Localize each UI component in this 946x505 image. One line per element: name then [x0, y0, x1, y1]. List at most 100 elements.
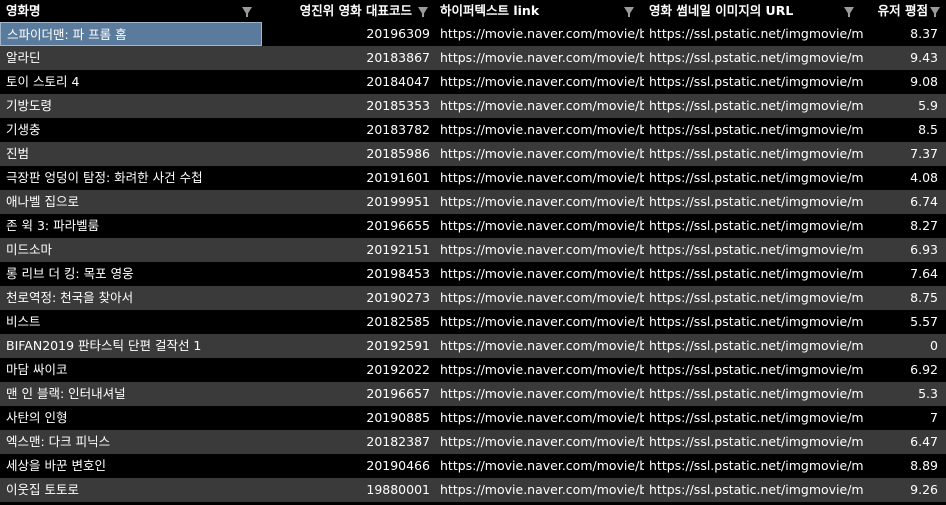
- table-row[interactable]: 미드소마 20192151 https://movie.naver.com/movi…: [0, 238, 946, 262]
- table-row[interactable]: 세상을 바꾼 변호인 20190466 https://movie.naver.co…: [0, 454, 946, 478]
- cell-rating[interactable]: 5.9: [864, 94, 946, 118]
- cell-rating[interactable]: 8.89: [864, 454, 946, 478]
- cell-rating[interactable]: 8.75: [864, 286, 946, 310]
- cell-image-url[interactable]: https://ssl.pstatic.net/imgmovie/mdi/: [644, 406, 864, 430]
- filter-icon[interactable]: [930, 7, 940, 17]
- table-row[interactable]: BIFAN2019 판타스틱 단편 걸작선 1 20192591 https://m…: [0, 334, 946, 358]
- cell-rating[interactable]: 6.74: [864, 190, 946, 214]
- table-row[interactable]: 마담 싸이코 20192022 https://movie.naver.com/mo…: [0, 358, 946, 382]
- cell-code[interactable]: 20198453: [262, 262, 434, 286]
- table-row[interactable]: 천로역정: 천국을 찾아서 20190273 https://movie.naver…: [0, 286, 946, 310]
- cell-rating[interactable]: 9.26: [864, 478, 946, 502]
- cell-link[interactable]: https://movie.naver.com/movie/bi/m: [434, 166, 644, 190]
- cell-title[interactable]: 롱 리브 더 킹: 목포 영웅: [0, 262, 262, 286]
- cell-link[interactable]: https://movie.naver.com/movie/bi/m: [434, 94, 644, 118]
- cell-title[interactable]: 사탄의 인형: [0, 406, 262, 430]
- cell-code[interactable]: 20196657: [262, 382, 434, 406]
- cell-title[interactable]: 토이 스토리 4: [0, 70, 262, 94]
- cell-title[interactable]: 맨 인 블랙: 인터내셔널: [0, 382, 262, 406]
- cell-image-url[interactable]: https://ssl.pstatic.net/imgmovie/mdi/: [644, 214, 864, 238]
- cell-code[interactable]: 20182387: [262, 430, 434, 454]
- cell-title[interactable]: 기방도령: [0, 94, 262, 118]
- cell-image-url[interactable]: https://ssl.pstatic.net/imgmovie/mdi/: [644, 190, 864, 214]
- cell-image-url[interactable]: https://ssl.pstatic.net/imgmovie/mdi/: [644, 334, 864, 358]
- table-row[interactable]: 스파이더맨: 파 프롬 홈 20196309 https://movie.naver…: [0, 22, 946, 46]
- cell-rating[interactable]: 6.92: [864, 358, 946, 382]
- cell-title[interactable]: 애나벨 집으로: [0, 190, 262, 214]
- cell-image-url[interactable]: https://ssl.pstatic.net/imgmovie/mdi/: [644, 94, 864, 118]
- cell-code[interactable]: 20199951: [262, 190, 434, 214]
- cell-title[interactable]: 기생충: [0, 118, 262, 142]
- cell-code[interactable]: 20196655: [262, 214, 434, 238]
- cell-code[interactable]: 20192151: [262, 238, 434, 262]
- cell-code[interactable]: 20192022: [262, 358, 434, 382]
- table-row[interactable]: 진범 20185986 https://movie.naver.com/movie/…: [0, 142, 946, 166]
- filter-icon[interactable]: [624, 7, 634, 17]
- cell-code[interactable]: 20185353: [262, 94, 434, 118]
- cell-rating[interactable]: 5.3: [864, 382, 946, 406]
- cell-image-url[interactable]: https://ssl.pstatic.net/imgmovie/mdi/: [644, 166, 864, 190]
- table-row[interactable]: 기생충 20183782 https://movie.naver.com/movie…: [0, 118, 946, 142]
- cell-code[interactable]: 20196309: [262, 22, 434, 46]
- cell-link[interactable]: https://movie.naver.com/movie/bi/m: [434, 382, 644, 406]
- column-header-title[interactable]: 영화명: [0, 0, 262, 22]
- cell-code[interactable]: 20182585: [262, 310, 434, 334]
- cell-rating[interactable]: 8.27: [864, 214, 946, 238]
- table-row[interactable]: 맨 인 블랙: 인터내셔널 20196657 https://movie.naver…: [0, 382, 946, 406]
- cell-image-url[interactable]: https://ssl.pstatic.net/imgmovie/mdi/: [644, 142, 864, 166]
- filter-icon[interactable]: [242, 7, 252, 17]
- cell-code[interactable]: 20183782: [262, 118, 434, 142]
- column-header-link[interactable]: 하이퍼텍스트 link: [434, 0, 644, 22]
- cell-title[interactable]: 마담 싸이코: [0, 358, 262, 382]
- cell-image-url[interactable]: https://ssl.pstatic.net/imgmovie/mdi/: [644, 46, 864, 70]
- cell-title[interactable]: 미드소마: [0, 238, 262, 262]
- table-row[interactable]: 극장판 엉덩이 탐정: 화려한 사건 수첩 20191601 https://mov…: [0, 166, 946, 190]
- cell-image-url[interactable]: https://ssl.pstatic.net/imgmovie/mdi/: [644, 262, 864, 286]
- cell-code[interactable]: 20191601: [262, 166, 434, 190]
- table-row[interactable]: 이웃집 토토로 19880001 https://movie.naver.com/m…: [0, 478, 946, 502]
- cell-rating[interactable]: 8.37: [864, 22, 946, 46]
- cell-link[interactable]: https://movie.naver.com/movie/bi/m: [434, 190, 644, 214]
- cell-link[interactable]: https://movie.naver.com/movie/bi/m: [434, 358, 644, 382]
- table-row[interactable]: 기방도령 20185353 https://movie.naver.com/movi…: [0, 94, 946, 118]
- cell-rating[interactable]: 7: [864, 406, 946, 430]
- cell-rating[interactable]: 4.08: [864, 166, 946, 190]
- cell-title[interactable]: 엑스맨: 다크 피닉스: [0, 430, 262, 454]
- table-row[interactable]: 애나벨 집으로 20199951 https://movie.naver.com/m…: [0, 190, 946, 214]
- cell-code[interactable]: 20190273: [262, 286, 434, 310]
- filter-icon[interactable]: [844, 7, 854, 17]
- cell-image-url[interactable]: https://ssl.pstatic.net/imgmovie/mdi/: [644, 70, 864, 94]
- cell-title[interactable]: 극장판 엉덩이 탐정: 화려한 사건 수첩: [0, 166, 262, 190]
- cell-image-url[interactable]: https://ssl.pstatic.net/imgmovie/mdi/: [644, 118, 864, 142]
- cell-title[interactable]: 스파이더맨: 파 프롬 홈: [0, 22, 262, 46]
- cell-rating[interactable]: 6.93: [864, 238, 946, 262]
- cell-code[interactable]: 20183867: [262, 46, 434, 70]
- cell-image-url[interactable]: https://ssl.pstatic.net/imgmovie/mdi/: [644, 310, 864, 334]
- cell-title[interactable]: 진범: [0, 142, 262, 166]
- cell-rating[interactable]: 7.37: [864, 142, 946, 166]
- cell-title[interactable]: BIFAN2019 판타스틱 단편 걸작선 1: [0, 334, 262, 358]
- filter-icon[interactable]: [418, 7, 428, 17]
- table-row[interactable]: 사탄의 인형 20190885 https://movie.naver.com/mo…: [0, 406, 946, 430]
- cell-link[interactable]: https://movie.naver.com/movie/bi/m: [434, 238, 644, 262]
- cell-rating[interactable]: 6.47: [864, 430, 946, 454]
- cell-image-url[interactable]: https://ssl.pstatic.net/imgmovie/mdi/: [644, 478, 864, 502]
- cell-rating[interactable]: 0: [864, 334, 946, 358]
- table-row[interactable]: 알라딘 20183867 https://movie.naver.com/movie…: [0, 46, 946, 70]
- cell-image-url[interactable]: https://ssl.pstatic.net/imgmovie/mdi/: [644, 430, 864, 454]
- cell-link[interactable]: https://movie.naver.com/movie/bi/m: [434, 454, 644, 478]
- cell-link[interactable]: https://movie.naver.com/movie/bi/m: [434, 22, 644, 46]
- table-row[interactable]: 존 윅 3: 파라벨룸 20196655 https://movie.naver.c…: [0, 214, 946, 238]
- cell-link[interactable]: https://movie.naver.com/movie/bi/m: [434, 262, 644, 286]
- cell-rating[interactable]: 9.43: [864, 46, 946, 70]
- cell-title[interactable]: 알라딘: [0, 46, 262, 70]
- cell-image-url[interactable]: https://ssl.pstatic.net/imgmovie/mdi/: [644, 382, 864, 406]
- cell-image-url[interactable]: https://ssl.pstatic.net/imgmovie/mdi/: [644, 358, 864, 382]
- table-row[interactable]: 토이 스토리 4 20184047 https://movie.naver.com/…: [0, 70, 946, 94]
- cell-link[interactable]: https://movie.naver.com/movie/bi/m: [434, 334, 644, 358]
- table-row[interactable]: 엑스맨: 다크 피닉스 20182387 https://movie.naver.c…: [0, 430, 946, 454]
- cell-title[interactable]: 비스트: [0, 310, 262, 334]
- cell-link[interactable]: https://movie.naver.com/movie/bi/m: [434, 142, 644, 166]
- cell-rating[interactable]: 5.57: [864, 310, 946, 334]
- cell-code[interactable]: 20192591: [262, 334, 434, 358]
